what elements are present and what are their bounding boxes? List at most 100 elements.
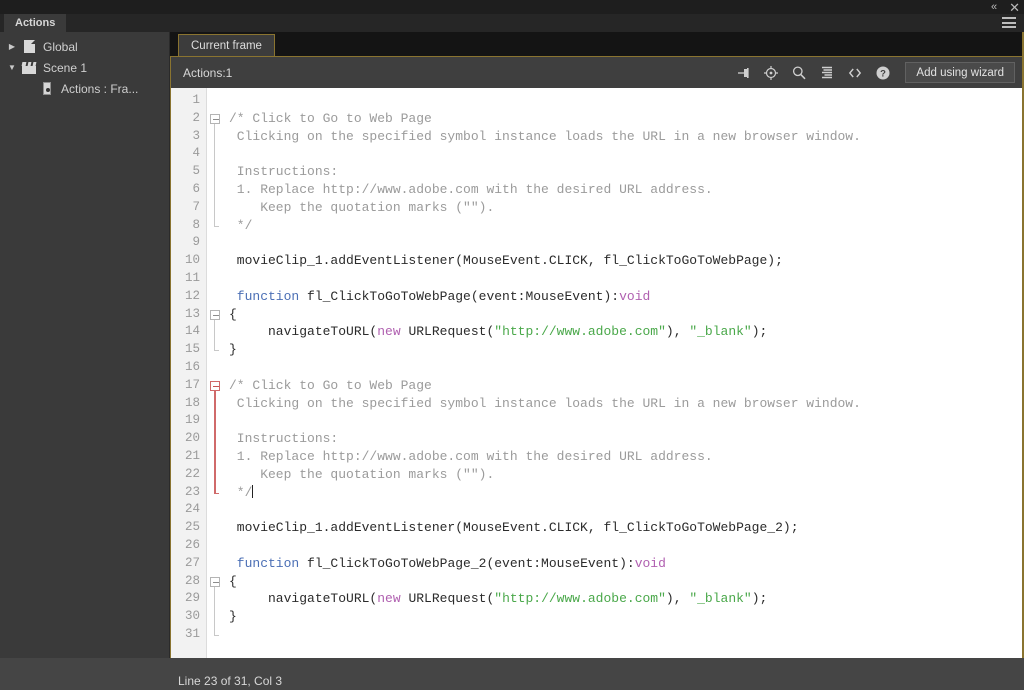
code-token-def: URLRequest( <box>400 591 495 607</box>
code-line[interactable]: Instructions: <box>229 163 1023 181</box>
code-line[interactable]: navigateToURL(new URLRequest("http://www… <box>229 323 1023 341</box>
line-number: 8 <box>192 217 200 232</box>
fold-cell <box>207 430 225 448</box>
tree-item-global[interactable]: ▶ Global <box>0 36 169 57</box>
fold-cell <box>207 288 225 306</box>
title-bar: « ✕ <box>0 0 1024 14</box>
code-line[interactable]: Keep the quotation marks (""). <box>229 199 1023 217</box>
code-token-def: } <box>229 609 237 625</box>
code-token-cmt: */ <box>229 484 253 500</box>
line-number: 18 <box>184 395 200 410</box>
code-line[interactable]: 1. Replace http://www.adobe.com with the… <box>229 448 1023 466</box>
code-text[interactable]: /* Click to Go to Web Page Clicking on t… <box>225 88 1023 662</box>
fold-toggle-icon[interactable] <box>210 380 220 391</box>
code-line[interactable]: { <box>229 573 1023 591</box>
fold-cell <box>207 359 225 377</box>
code-line[interactable] <box>229 359 1023 377</box>
find-icon[interactable] <box>785 59 813 87</box>
code-line[interactable]: */ <box>229 484 1023 502</box>
code-line[interactable] <box>229 537 1023 555</box>
line-number: 28 <box>184 573 200 588</box>
code-folding-gutter[interactable] <box>207 88 225 662</box>
tab-current-frame[interactable]: Current frame <box>178 34 275 56</box>
code-line[interactable] <box>229 626 1023 644</box>
code-line[interactable] <box>229 270 1023 288</box>
fold-toggle-icon[interactable] <box>210 113 220 124</box>
code-token-cmt: Instructions: <box>229 164 339 180</box>
text-caret <box>252 484 254 498</box>
code-line[interactable]: { <box>229 306 1023 324</box>
editor-panel: Current frame Actions:1 ? Add using wiza… <box>170 32 1024 690</box>
code-line[interactable] <box>229 501 1023 519</box>
fold-range-end <box>214 225 219 227</box>
fold-toggle-icon[interactable] <box>210 309 220 320</box>
code-token-kw: function <box>229 288 300 304</box>
document-icon <box>20 40 38 53</box>
tree-item-actions-frame[interactable]: Actions : Fra... <box>0 78 169 99</box>
code-line[interactable]: Clicking on the specified symbol instanc… <box>229 128 1023 146</box>
actions-panel-window: « ✕ Actions ▶ Global ▼ Scene 1 Actions :… <box>0 0 1024 690</box>
line-number: 27 <box>184 555 200 570</box>
code-line[interactable]: /* Click to Go to Web Page <box>229 377 1023 395</box>
code-token-def: : <box>626 555 635 571</box>
code-line[interactable]: } <box>229 608 1023 626</box>
fold-toggle-icon[interactable] <box>210 576 220 587</box>
script-assist-icon[interactable] <box>841 59 869 87</box>
code-line[interactable] <box>229 145 1023 163</box>
line-number: 12 <box>184 288 200 303</box>
tab-actions[interactable]: Actions <box>4 14 67 32</box>
code-editor[interactable]: 1 2 3 4 5 6 7 8 9 10 11 12 13 14 15 16 17 18 19 20 21 22 23 24 2… <box>170 88 1024 662</box>
line-number: 22 <box>184 466 200 481</box>
chevron-down-icon[interactable]: ▼ <box>4 63 20 72</box>
code-line[interactable] <box>229 412 1023 430</box>
code-token-cmt: Keep the quotation marks (""). <box>229 199 495 215</box>
code-line[interactable]: navigateToURL(new URLRequest("http://www… <box>229 590 1023 608</box>
pin-icon[interactable] <box>729 59 757 87</box>
code-line[interactable]: 1. Replace http://www.adobe.com with the… <box>229 181 1023 199</box>
format-code-icon[interactable] <box>813 59 841 87</box>
code-line[interactable]: movieClip_1.addEventListener(MouseEvent.… <box>229 252 1023 270</box>
line-number: 21 <box>184 448 200 463</box>
help-icon[interactable]: ? <box>869 59 897 87</box>
code-line[interactable]: Instructions: <box>229 430 1023 448</box>
fold-cell <box>207 501 225 519</box>
code-token-str: "http://www.adobe.com" <box>494 324 666 340</box>
code-line[interactable] <box>229 92 1023 110</box>
code-token-def: ), <box>665 591 690 607</box>
code-token-def: movieClip_1.addEventListener(MouseEvent.… <box>229 253 783 269</box>
fold-range-end <box>214 492 219 494</box>
code-token-def: navigateToURL( <box>229 324 378 340</box>
add-using-wizard-button[interactable]: Add using wizard <box>905 62 1015 83</box>
chevron-right-icon[interactable]: ▶ <box>4 42 20 51</box>
code-token-def: ); <box>751 591 768 607</box>
code-line[interactable]: function fl_ClickToGoToWebPage_2(event:M… <box>229 555 1023 573</box>
code-line[interactable]: Clicking on the specified symbol instanc… <box>229 395 1023 413</box>
fold-cell <box>207 234 225 252</box>
fold-cell <box>207 145 225 163</box>
code-line[interactable]: */ <box>229 217 1023 235</box>
code-token-cmt: Keep the quotation marks (""). <box>229 466 495 482</box>
code-line[interactable]: } <box>229 341 1023 359</box>
code-line[interactable]: movieClip_1.addEventListener(MouseEvent.… <box>229 519 1023 537</box>
tree-item-label: Scene 1 <box>43 60 88 75</box>
line-number: 2 <box>192 110 200 125</box>
code-token-cmt: /* Click to Go to Web Page <box>229 110 432 126</box>
line-number: 19 <box>184 413 200 428</box>
tree-item-scene-1[interactable]: ▼ Scene 1 <box>0 57 169 78</box>
fold-cell <box>207 555 225 573</box>
code-token-str: "http://www.adobe.com" <box>494 591 666 607</box>
code-line[interactable]: function fl_ClickToGoToWebPage(event:Mou… <box>229 288 1023 306</box>
code-token-ty: new <box>377 324 401 340</box>
clapperboard-icon <box>20 61 38 74</box>
code-line[interactable]: /* Click to Go to Web Page <box>229 110 1023 128</box>
close-icon[interactable]: ✕ <box>1009 1 1020 14</box>
target-icon[interactable] <box>757 59 785 87</box>
collapse-icon[interactable]: « <box>991 1 997 13</box>
fold-cell <box>207 270 225 288</box>
code-line[interactable]: Keep the quotation marks (""). <box>229 466 1023 484</box>
code-token-def: movieClip_1.addEventListener(MouseEvent.… <box>229 520 799 536</box>
fold-cell <box>207 466 225 484</box>
panel-menu-icon[interactable] <box>1002 17 1016 28</box>
code-line[interactable] <box>229 234 1023 252</box>
line-number: 6 <box>192 181 200 196</box>
